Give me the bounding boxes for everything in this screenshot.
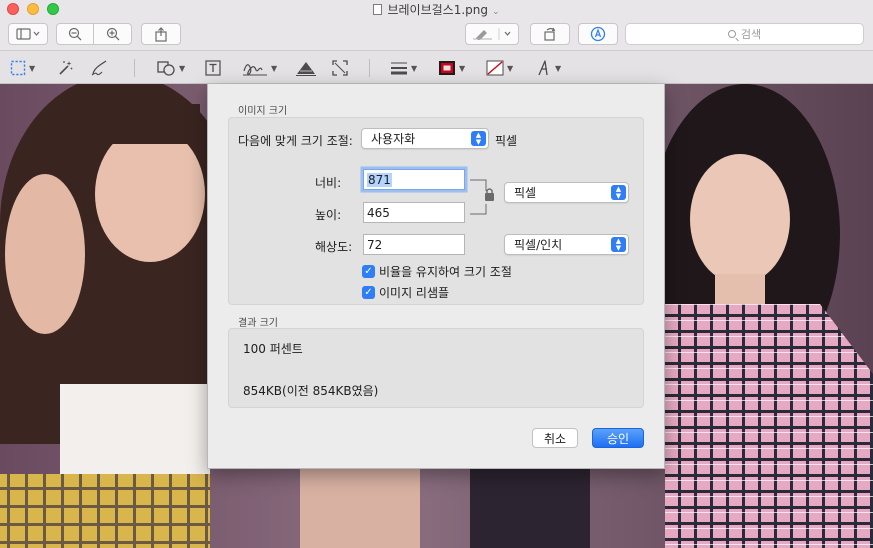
markup-icon [590, 26, 606, 42]
fit-into-value: 사용자화 [371, 132, 416, 146]
resolution-unit-value: 픽셀/인치 [514, 238, 563, 252]
fill-color-tool[interactable]: ▼ [486, 59, 513, 77]
width-label: 너비: [315, 176, 342, 190]
sidebar-view-button[interactable] [8, 23, 48, 45]
resample-checkbox[interactable]: ✓ 이미지 리샘플 [362, 284, 449, 301]
window-title-area[interactable]: 브레이브걸스1.png ⌄ [0, 1, 873, 18]
chevron-down-icon: ⌄ [491, 7, 500, 17]
lock-ratio-icon[interactable] [470, 179, 500, 215]
height-value: 465 [367, 205, 390, 220]
image-size-group-label: 이미지 크기 [238, 106, 288, 117]
text-box-icon [205, 60, 221, 76]
border-color-icon [439, 61, 455, 75]
checkmark-icon: ✓ [362, 286, 375, 299]
chevron-down-icon: ▼ [179, 63, 186, 73]
share-icon [155, 26, 167, 42]
window-title: 브레이브걸스1.png [387, 3, 488, 17]
chevron-down-icon: ▼ [507, 63, 514, 73]
line-style-icon [391, 62, 407, 75]
text-style-tool[interactable]: ▼ [536, 59, 561, 77]
chevron-down-icon: ▼ [411, 63, 418, 73]
result-size-group-label: 결과 크기 [238, 318, 278, 329]
resize-icon [332, 60, 348, 76]
sidebar-icon [16, 28, 40, 40]
search-field[interactable]: 검색 [625, 23, 864, 45]
keep-ratio-checkbox[interactable]: ✓ 비율을 유지하여 크기 조절 [362, 263, 512, 280]
zoom-in-icon [106, 27, 119, 41]
chevron-down-icon: ▼ [271, 63, 278, 73]
highlight-button[interactable] [465, 23, 519, 45]
zoom-out-icon [68, 27, 82, 41]
chevron-down-icon: ▼ [29, 63, 36, 73]
height-field[interactable]: 465 [363, 202, 465, 223]
font-icon [538, 60, 548, 76]
image-size-dialog: 이미지 크기 다음에 맞게 크기 조절: 사용자화 ▲ ▼ 픽셀 너비: 871 … [207, 84, 665, 469]
popup-arrows-icon: ▲ ▼ [611, 237, 626, 252]
rotate-icon [544, 27, 556, 41]
rotate-button[interactable] [530, 23, 570, 45]
search-icon [727, 30, 736, 38]
result-percent: 100 퍼센트 [243, 342, 303, 356]
fill-color-icon [486, 60, 504, 76]
resample-label: 이미지 리샘플 [379, 286, 450, 300]
width-value: 871 [367, 172, 392, 187]
pencil-icon [91, 60, 107, 76]
shapes-tool[interactable]: ▼ [156, 59, 185, 77]
resolution-value: 72 [367, 237, 383, 252]
selection-tool[interactable]: ▼ [10, 59, 35, 77]
resolution-field[interactable]: 72 [363, 234, 465, 255]
chevron-down-icon: ▼ [555, 63, 562, 73]
popup-arrows-icon: ▲ ▼ [611, 185, 626, 200]
size-unit-popup[interactable]: 픽셀 ▲ ▼ [504, 182, 629, 203]
toolbar: 검색 [0, 18, 873, 50]
chevron-down-icon: ▼ [459, 63, 466, 73]
rectangular-selection-icon [10, 60, 26, 76]
document-icon [373, 4, 383, 15]
highlighter-icon [473, 28, 511, 40]
instant-alpha-tool[interactable] [56, 59, 74, 77]
height-label: 높이: [315, 208, 342, 222]
keep-ratio-label: 비율을 유지하여 크기 조절 [379, 265, 512, 279]
toolbar-separator [134, 59, 135, 77]
sketch-tool[interactable] [90, 59, 110, 77]
adjust-color-icon [296, 62, 316, 76]
signature-tool[interactable]: ▼ [242, 59, 277, 77]
shape-style-tool[interactable]: ▼ [390, 59, 417, 77]
toolbar-separator [369, 59, 370, 77]
text-tool[interactable] [204, 59, 222, 77]
size-unit-value: 픽셀 [514, 186, 537, 200]
ok-button[interactable]: 승인 [592, 428, 644, 448]
adjust-color-tool[interactable] [295, 59, 317, 77]
title-bar: 브레이브걸스1.png ⌄ [0, 0, 873, 18]
fit-into-unit-label: 픽셀 [495, 134, 518, 148]
fit-into-popup[interactable]: 사용자화 ▲ ▼ [361, 128, 489, 149]
popup-arrows-icon: ▲ ▼ [471, 131, 486, 146]
magic-wand-icon [59, 61, 73, 75]
border-color-tool[interactable]: ▼ [438, 59, 465, 77]
checkmark-icon: ✓ [362, 265, 375, 278]
zoom-in-button[interactable] [93, 23, 132, 45]
cancel-button[interactable]: 취소 [532, 428, 578, 448]
shapes-icon [157, 61, 175, 76]
share-button[interactable] [141, 23, 181, 45]
adjust-size-tool[interactable] [331, 59, 349, 77]
zoom-out-button[interactable] [56, 23, 94, 45]
search-placeholder: 검색 [740, 28, 762, 41]
width-field[interactable]: 871 [363, 169, 465, 190]
result-file-size: 854KB(이전 854KB였음) [243, 384, 379, 398]
signature-icon [243, 64, 267, 76]
fit-into-label: 다음에 맞게 크기 조절: [238, 134, 353, 148]
markup-toolbar: ▼ ▼ ▼ ▼ ▼ ▼ ▼ [0, 50, 873, 84]
resolution-unit-popup[interactable]: 픽셀/인치 ▲ ▼ [504, 234, 629, 255]
markup-toolbar-button[interactable] [578, 23, 618, 45]
resolution-label: 해상도: [315, 240, 353, 254]
